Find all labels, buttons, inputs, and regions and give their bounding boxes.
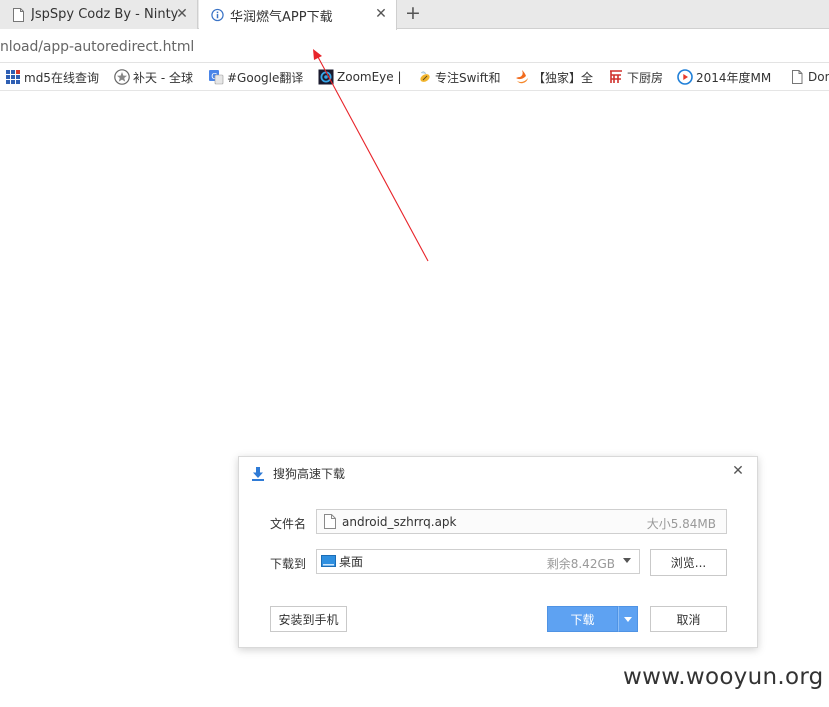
bookmark-label: Don (808, 70, 829, 84)
install-to-phone-button[interactable]: 安装到手机 (270, 606, 347, 632)
bookmark-swift[interactable]: 专注Swift和 (416, 67, 501, 87)
play-circle-icon (677, 69, 693, 85)
close-icon[interactable]: ✕ (731, 463, 745, 479)
download-arrow-icon (252, 466, 264, 481)
download-to-label: 下载到 (270, 557, 307, 571)
free-space: 剩余8.42GB (546, 557, 615, 571)
star-badge-icon (114, 69, 130, 85)
chevron-down-icon (624, 616, 632, 622)
close-tab-icon[interactable]: ✕ (374, 6, 388, 22)
cancel-button[interactable]: 取消 (650, 606, 727, 632)
bookmark-label: #Google翻译 (227, 70, 304, 85)
destination-value: 桌面 (339, 555, 364, 569)
bookmark-2014mm[interactable]: 2014年度MM (677, 67, 771, 87)
grid-icon (6, 70, 20, 84)
desktop-folder-icon (321, 555, 336, 567)
address-bar[interactable]: nload/app-autoredirect.html (0, 30, 829, 63)
browse-button[interactable]: 浏览... (650, 549, 727, 576)
swift-bird-icon (516, 70, 528, 84)
dialog-title: 搜狗高速下载 (273, 467, 346, 481)
tab-strip: JspSpy Codz By - Ninty ✕ 华润燃气APP下载 ✕ + (0, 0, 829, 30)
bookmark-label: 下厨房 (627, 70, 664, 85)
bookmark-butian[interactable]: 补天 - 全球 (114, 67, 193, 87)
url-text[interactable]: nload/app-autoredirect.html (0, 39, 194, 55)
file-size: 大小5.84MB (646, 517, 716, 531)
tab-active-download[interactable]: 华润燃气APP下载 ✕ (199, 0, 397, 30)
bookmark-xiachufang[interactable]: 下厨房 (608, 67, 663, 87)
zoomeye-eye-icon (318, 69, 334, 85)
dialog-header: 搜狗高速下载 (251, 465, 345, 482)
destination-select[interactable]: 桌面 剩余8.42GB (316, 549, 640, 574)
bookmark-don[interactable]: Don (789, 67, 829, 87)
bookmark-label: 2014年度MM (696, 70, 772, 85)
download-options-dropdown[interactable] (618, 606, 638, 632)
google-translate-icon: G (209, 70, 224, 85)
file-name-value: android_szhrrq.apk (342, 514, 457, 529)
file-name-label: 文件名 (270, 517, 307, 531)
bookmark-label: 补天 - 全球 (133, 70, 193, 85)
close-tab-icon[interactable]: ✕ (175, 6, 189, 22)
bookmark-google-translate[interactable]: G #Google翻译 (208, 67, 303, 87)
download-dialog: 搜狗高速下载 ✕ 文件名 android_szhrrq.apk 大小5.84MB… (238, 456, 758, 648)
bookmark-exclusive[interactable]: 【独家】全 (514, 67, 593, 87)
bookmark-zoomeye[interactable]: ZoomEye | (318, 67, 402, 87)
new-tab-plus-icon[interactable]: + (402, 3, 424, 25)
bookmark-md5[interactable]: md5在线查询 (5, 67, 99, 87)
site-info-icon (211, 8, 224, 22)
tab-title: 华润燃气APP下载 (230, 9, 333, 25)
kitchen-icon (610, 70, 622, 83)
tab-jspspy[interactable]: JspSpy Codz By - Ninty ✕ (0, 0, 198, 29)
page-icon (13, 7, 24, 22)
download-button[interactable]: 下载 (547, 606, 618, 632)
chevron-down-icon[interactable] (623, 558, 631, 563)
watermark: www.wooyun.org (623, 664, 824, 690)
file-name-field[interactable]: android_szhrrq.apk 大小5.84MB (316, 509, 727, 534)
file-icon (324, 514, 336, 529)
page-icon (792, 70, 803, 84)
bookmarks-bar: md5在线查询 补天 - 全球 G #Google翻译 ZoomEye | 专注… (0, 63, 829, 91)
bookmark-label: md5在线查询 (24, 70, 99, 85)
bookmark-label: 【独家】全 (533, 70, 594, 85)
bookmark-label: 专注Swift和 (435, 70, 501, 85)
bookmark-label: ZoomEye | (337, 70, 402, 84)
tab-title: JspSpy Codz By - Ninty (31, 7, 179, 22)
bee-icon (420, 71, 430, 82)
